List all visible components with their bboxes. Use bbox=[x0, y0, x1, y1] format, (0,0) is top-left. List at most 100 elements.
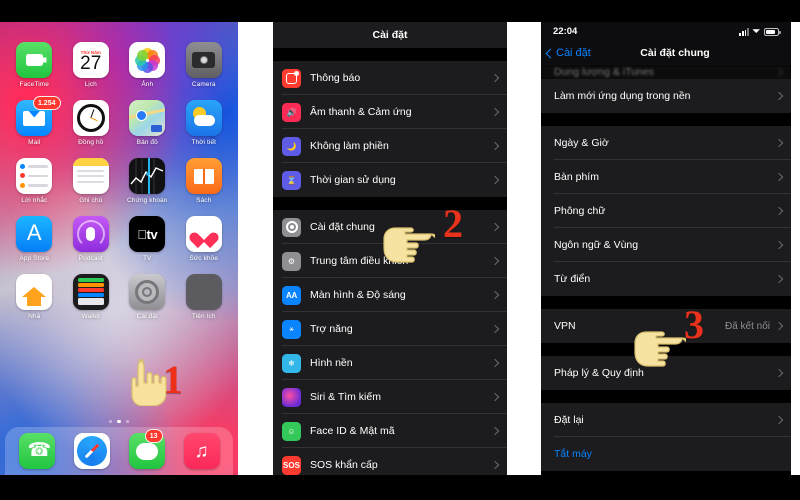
notifications-icon bbox=[282, 68, 301, 88]
maps-icon bbox=[129, 100, 166, 136]
app-icon-app-store[interactable]: A App Store bbox=[6, 216, 63, 262]
app-icon-camera[interactable]: Camera bbox=[176, 42, 233, 88]
general-settings-icon bbox=[282, 217, 301, 237]
app-icon-weather[interactable]: Thời tiết bbox=[176, 100, 233, 146]
general-settings-panel: 22:04 ⏷ Cài đặt Cài đặt chung Dung lượng… bbox=[541, 22, 791, 475]
settings-row-display-brightness[interactable]: AA Màn hình & Độ sáng bbox=[273, 278, 507, 312]
settings-row-background-app-refresh[interactable]: Làm mới ứng dụng trong nền bbox=[541, 79, 791, 113]
app-icon-podcasts[interactable]: Podcast bbox=[63, 216, 120, 262]
status-indicators: ⏷ bbox=[739, 27, 781, 36]
chevron-right-icon bbox=[774, 67, 784, 77]
settings-row-do-not-disturb[interactable]: 🌙 Không làm phiền bbox=[273, 129, 507, 163]
general-navbar: Cài đặt Cài đặt chung bbox=[541, 41, 791, 65]
app-label: Ghi chú bbox=[79, 197, 103, 204]
settings-group-2: Cài đặt chung ⚙ Trung tâm điều khiển AA … bbox=[273, 210, 507, 475]
row-label: Không làm phiền bbox=[310, 140, 389, 152]
settings-row-language-region[interactable]: Ngôn ngữ & Vùng bbox=[541, 228, 791, 262]
app-icon-settings[interactable]: Cài đặt bbox=[119, 274, 176, 320]
app-label: Cài đặt bbox=[136, 313, 158, 320]
app-icon-photos[interactable]: Ảnh bbox=[119, 42, 176, 88]
app-icon-clock[interactable]: Đồng hồ bbox=[63, 100, 120, 146]
settings-row-screen-time[interactable]: ⌛ Thời gian sử dụng bbox=[273, 163, 507, 197]
settings-row-wallpaper[interactable]: ❄ Hình nền bbox=[273, 346, 507, 380]
settings-row-emergency-sos[interactable]: SOS SOS khẩn cấp bbox=[273, 448, 507, 475]
app-icon-health[interactable]: Sức khỏe bbox=[176, 216, 233, 262]
settings-row-control-center[interactable]: ⚙ Trung tâm điều khiển bbox=[273, 244, 507, 278]
section-gap bbox=[541, 113, 791, 126]
chevron-right-icon bbox=[490, 107, 500, 117]
app-icon-apple-tv[interactable]: tv TV bbox=[119, 216, 176, 262]
podcasts-icon bbox=[72, 216, 109, 252]
chevron-right-icon bbox=[490, 324, 500, 334]
app-icon-stocks[interactable]: Chứng khoán bbox=[119, 158, 176, 204]
app-icon-books[interactable]: Sách bbox=[176, 158, 233, 204]
app-icon-mail[interactable]: 1.254 Mail bbox=[6, 96, 63, 146]
page-dot bbox=[108, 419, 113, 423]
settings-screen: Cài đặt Thông báo 🔊 Âm thanh & Cảm ứng 🌙… bbox=[273, 22, 507, 475]
settings-row-dictionary[interactable]: Từ điển bbox=[541, 262, 791, 296]
chevron-right-icon bbox=[774, 206, 784, 216]
chevron-left-icon bbox=[545, 48, 556, 58]
settings-row-notifications[interactable]: Thông báo bbox=[273, 61, 507, 95]
chevron-right-icon bbox=[490, 392, 500, 402]
app-icon-wallet[interactable]: Wallet bbox=[63, 274, 120, 320]
back-button[interactable]: Cài đặt bbox=[545, 47, 591, 59]
settings-row-shutdown[interactable]: Tắt máy bbox=[541, 437, 791, 471]
health-icon bbox=[185, 216, 222, 252]
app-label: FaceTime bbox=[19, 81, 49, 88]
safari-icon[interactable] bbox=[73, 433, 110, 469]
app-icon-utilities-folder[interactable]: Tiện ích bbox=[176, 274, 233, 320]
row-label: Thông báo bbox=[310, 72, 361, 84]
screenshot-root: FaceTime Thứ Năm 27 Lịch Ảnh Camera 1.25… bbox=[0, 0, 800, 500]
row-label: Đặt lại bbox=[554, 414, 584, 426]
settings-row-legal-regulatory[interactable]: Pháp lý & Quy định bbox=[541, 356, 791, 390]
settings-row-fonts[interactable]: Phông chữ bbox=[541, 194, 791, 228]
chevron-right-icon bbox=[774, 172, 784, 182]
settings-row-keyboard[interactable]: Bàn phím bbox=[541, 160, 791, 194]
row-label: Thời gian sử dụng bbox=[310, 174, 396, 186]
app-icon-home[interactable]: Nhà bbox=[6, 274, 63, 320]
dock-item-messages[interactable]: 13 bbox=[128, 429, 165, 469]
general-group-1: Dung lượng & iTunes Làm mới ứng dụng tro… bbox=[541, 65, 791, 113]
chevron-right-icon bbox=[490, 358, 500, 368]
chevron-right-icon bbox=[490, 460, 500, 470]
settings-row-vpn[interactable]: VPN Đã kết nối bbox=[541, 309, 791, 343]
wallet-icon bbox=[72, 274, 109, 310]
settings-row-accessibility[interactable]: ⚹ Trợ năng bbox=[273, 312, 507, 346]
settings-row-storage-itunes[interactable]: Dung lượng & iTunes bbox=[541, 65, 791, 79]
settings-row-date-time[interactable]: Ngày & Giờ bbox=[541, 126, 791, 160]
settings-row-general[interactable]: Cài đặt chung bbox=[273, 210, 507, 244]
facetime-icon bbox=[16, 42, 53, 78]
battery-icon bbox=[764, 27, 781, 36]
row-label: Face ID & Mật mã bbox=[310, 425, 395, 437]
app-label: Chứng khoán bbox=[126, 197, 168, 204]
app-icon-reminders[interactable]: Lời nhắc bbox=[6, 158, 63, 204]
chevron-right-icon bbox=[490, 426, 500, 436]
row-label: Âm thanh & Cảm ứng bbox=[310, 106, 412, 118]
row-label: Cài đặt chung bbox=[310, 221, 375, 233]
app-label: Lời nhắc bbox=[21, 197, 48, 204]
row-label: Trung tâm điều khiển bbox=[310, 255, 409, 267]
apple-tv-icon: tv bbox=[129, 216, 166, 252]
row-label: Phông chữ bbox=[554, 205, 606, 217]
home-status-bar bbox=[0, 22, 238, 31]
app-icon-calendar[interactable]: Thứ Năm 27 Lịch bbox=[63, 42, 120, 88]
app-icon-maps[interactable]: Bản đồ bbox=[119, 100, 176, 146]
general-group-2: Ngày & Giờ Bàn phím Phông chữ Ngôn ngữ &… bbox=[541, 126, 791, 296]
settings-row-siri-search[interactable]: Siri & Tìm kiếm bbox=[273, 380, 507, 414]
phone-icon[interactable] bbox=[18, 433, 55, 469]
section-gap bbox=[273, 48, 507, 61]
settings-row-face-id-passcode[interactable]: ☺ Face ID & Mật mã bbox=[273, 414, 507, 448]
music-icon[interactable]: ♫ bbox=[183, 433, 220, 469]
section-gap bbox=[273, 197, 507, 210]
app-label: Camera bbox=[191, 81, 216, 88]
app-icon-facetime[interactable]: FaceTime bbox=[6, 42, 63, 88]
app-label: Mail bbox=[28, 139, 41, 146]
section-gap bbox=[541, 343, 791, 356]
app-icon-notes[interactable]: Ghi chú bbox=[63, 158, 120, 204]
app-label: Bản đồ bbox=[136, 139, 158, 146]
settings-row-sounds-haptics[interactable]: 🔊 Âm thanh & Cảm ứng bbox=[273, 95, 507, 129]
utilities-folder-icon bbox=[185, 274, 222, 310]
row-label: Ngôn ngữ & Vùng bbox=[554, 239, 639, 251]
settings-row-reset[interactable]: Đặt lại bbox=[541, 403, 791, 437]
